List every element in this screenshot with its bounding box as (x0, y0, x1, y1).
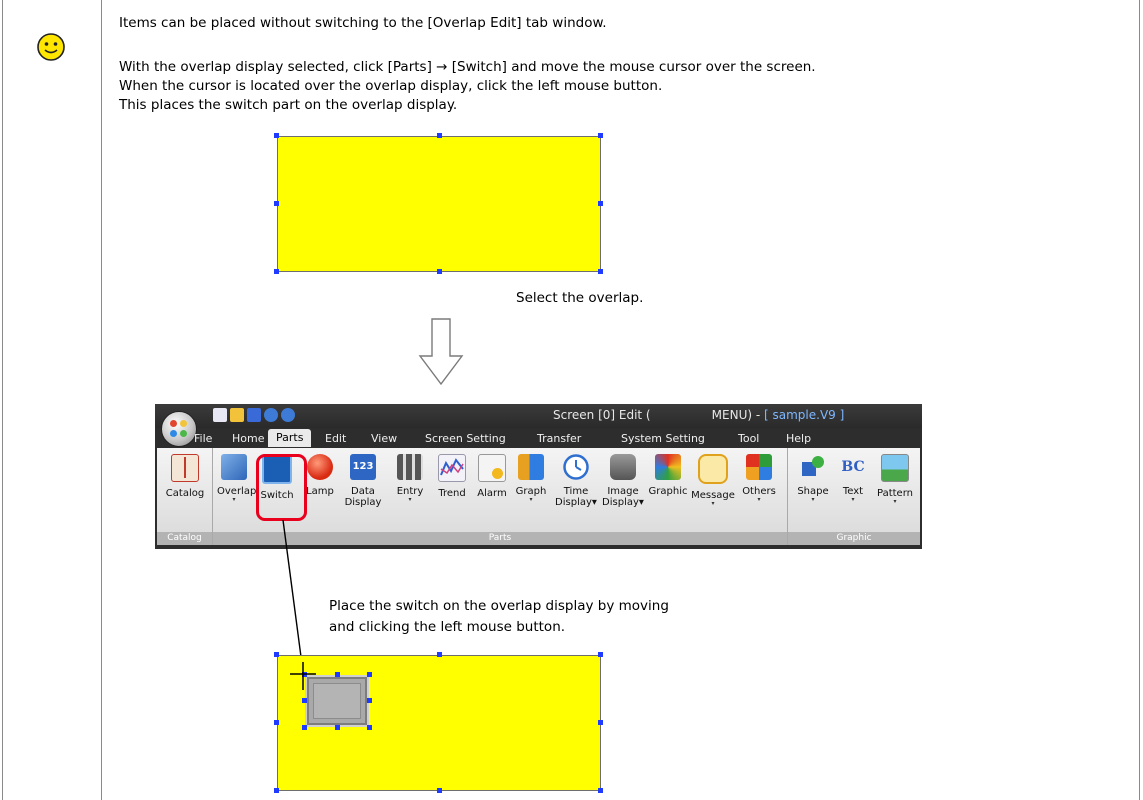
switch-handle[interactable] (335, 725, 340, 730)
switch-handle[interactable] (302, 725, 307, 730)
selection-handle[interactable] (437, 788, 442, 793)
crosshair-cursor-icon (290, 662, 316, 690)
switch-handle[interactable] (367, 672, 372, 677)
switch-handle[interactable] (302, 698, 307, 703)
selection-handle[interactable] (598, 720, 603, 725)
selection-handle[interactable] (274, 652, 279, 657)
switch-handle[interactable] (367, 725, 372, 730)
selection-handle[interactable] (598, 788, 603, 793)
caption-place-line-2: and clicking the left mouse button. (329, 619, 566, 635)
switch-handle[interactable] (367, 698, 372, 703)
selection-handle[interactable] (274, 720, 279, 725)
selection-handle[interactable] (598, 652, 603, 657)
switch-handle[interactable] (335, 672, 340, 677)
caption-place-line-1: Place the switch on the overlap display … (329, 598, 669, 614)
selection-handle[interactable] (437, 652, 442, 657)
selection-handle[interactable] (274, 788, 279, 793)
